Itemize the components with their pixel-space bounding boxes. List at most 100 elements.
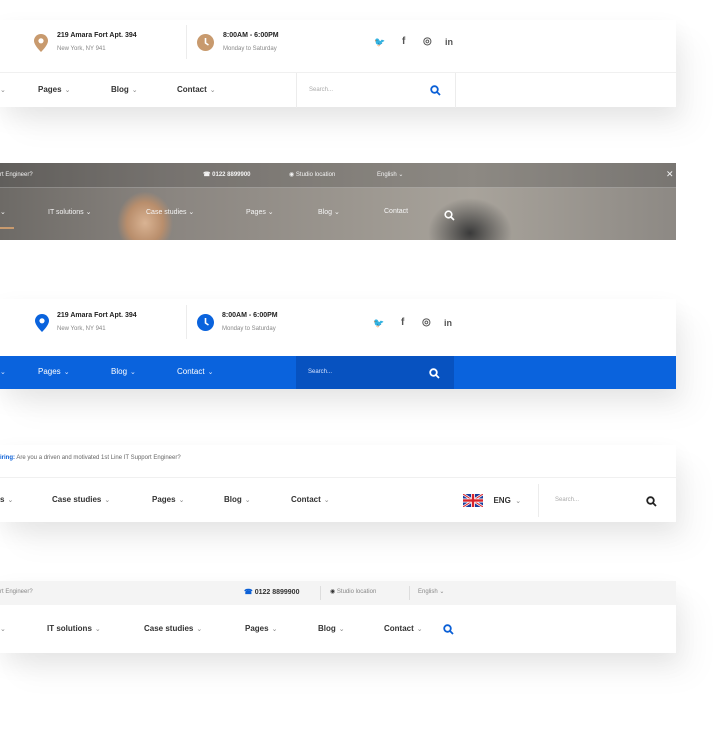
nav-label: Blog xyxy=(318,209,333,216)
divider xyxy=(186,305,187,339)
nav-bar: ⌄ IT solutions ⌄ Case studies ⌄ Pages ⌄ Blo… xyxy=(0,605,676,653)
chevron-down-icon: ⌄ xyxy=(64,87,71,94)
phone-number: 0122 8899900 xyxy=(212,172,251,178)
instagram-icon[interactable]: ◎ xyxy=(422,317,431,328)
chevron-down-icon: ⌄ xyxy=(94,626,101,633)
nav-item-pages[interactable]: Pages ⌄ xyxy=(246,208,274,216)
nav-label: Blog xyxy=(111,367,128,376)
hours-line2: Monday to Saturday xyxy=(223,46,277,52)
nav-item-contact[interactable]: Contact ⌄ xyxy=(291,495,330,504)
search-input[interactable]: Search... xyxy=(555,497,579,503)
location-label: Studio location xyxy=(295,172,336,178)
language-label: English xyxy=(377,172,397,178)
language-select[interactable]: English ⌄ xyxy=(418,588,444,595)
chevron-down-icon[interactable]: ⌄ xyxy=(0,85,6,94)
search-icon[interactable] xyxy=(429,366,440,384)
hiring-text[interactable]: Are you a driven and motivated 1st Line … xyxy=(16,455,180,461)
nav-item-pages[interactable]: Pages ⌄ xyxy=(38,367,70,376)
chevron-down-icon: ⌄ xyxy=(63,369,70,376)
header-variant-4: iring: Are you a driven and motivated 1s… xyxy=(0,445,676,522)
search-icon[interactable] xyxy=(430,83,441,101)
nav-label: Pages xyxy=(38,85,62,94)
chevron-down-icon: ⌄ xyxy=(178,497,185,504)
nav-item-blog[interactable]: Blog ⌄ xyxy=(111,367,136,376)
instagram-icon[interactable]: ◎ xyxy=(423,36,432,47)
divider xyxy=(538,484,539,517)
nav-item-pages[interactable]: Pages ⌄ xyxy=(245,624,277,633)
nav-label: Pages xyxy=(246,209,266,216)
nav-label: Contact xyxy=(177,367,205,376)
twitter-icon[interactable]: 🐦 xyxy=(374,37,385,48)
header-variant-2-hero: rt Engineer? ☎ 0122 8899900 ◉ Studio loc… xyxy=(0,163,676,240)
location-pin-icon: ◉ xyxy=(330,589,336,595)
nav-item-contact[interactable]: Contact ⌄ xyxy=(177,367,213,376)
location-label: Studio location xyxy=(336,589,377,595)
address-line1: 219 Amara Fort Apt. 394 xyxy=(57,312,137,319)
header-variant-3: 219 Amara Fort Apt. 394 New York, NY 941… xyxy=(0,299,676,389)
chevron-down-icon: ⌄ xyxy=(209,87,216,94)
chevron-down-icon[interactable]: ⌄ xyxy=(0,624,6,633)
language-select[interactable]: English ⌄ xyxy=(377,171,403,178)
facebook-icon[interactable]: f xyxy=(402,36,405,47)
chevron-down-icon: ⌄ xyxy=(338,626,345,633)
nav-item-blog[interactable]: Blog ⌄ xyxy=(111,85,138,94)
phone-number: 0122 8899900 xyxy=(254,589,300,596)
nav-label: s xyxy=(0,495,5,504)
nav-item-it-solutions[interactable]: IT solutions ⌄ xyxy=(48,208,91,216)
nav-item-contact[interactable]: Contact ⌄ xyxy=(384,624,423,633)
nav-label: Pages xyxy=(38,367,61,376)
nav-item-it-solutions[interactable]: IT solutions ⌄ xyxy=(47,624,101,633)
chevron-down-icon: ⌄ xyxy=(130,369,136,376)
chevron-down-icon: ⌄ xyxy=(323,497,330,504)
nav-item-contact[interactable]: Contact xyxy=(384,208,408,215)
nav-item-case-studies[interactable]: Case studies ⌄ xyxy=(146,208,194,216)
phone[interactable]: ☎ 0122 8899900 xyxy=(203,171,251,178)
clock-icon xyxy=(197,34,214,56)
nav-label: Contact xyxy=(291,495,321,504)
language-select[interactable]: ENG ⌄ xyxy=(462,492,522,510)
location-link[interactable]: ◉ Studio location xyxy=(289,171,335,178)
language-label: English xyxy=(418,589,438,595)
hours-line1: 8:00AM - 6:00PM xyxy=(222,312,278,319)
chevron-down-icon: ⌄ xyxy=(515,497,522,505)
nav-item-pages[interactable]: Pages ⌄ xyxy=(152,495,184,504)
divider xyxy=(296,73,297,108)
nav-item-case-studies[interactable]: Case studies ⌄ xyxy=(144,624,202,633)
close-icon[interactable]: ✕ xyxy=(666,169,674,180)
nav-item-case-studies[interactable]: Case studies ⌄ xyxy=(52,495,110,504)
facebook-icon[interactable]: f xyxy=(401,317,404,328)
divider xyxy=(455,73,456,108)
chevron-down-icon[interactable]: ⌄ xyxy=(0,367,6,376)
nav-label: Contact xyxy=(384,208,409,215)
twitter-icon[interactable]: 🐦 xyxy=(373,318,384,329)
search-icon[interactable] xyxy=(646,494,657,512)
search-box[interactable]: Search... xyxy=(296,356,454,389)
nav-item-solutions[interactable]: s ⌄ xyxy=(0,495,13,504)
chevron-down-icon[interactable]: ⌄ xyxy=(0,208,6,216)
nav-label: Blog xyxy=(224,495,242,504)
chevron-down-icon: ⌄ xyxy=(104,497,111,504)
uk-flag-icon xyxy=(462,493,484,509)
nav-item-blog[interactable]: Blog ⌄ xyxy=(224,495,251,504)
nav-item-pages[interactable]: Pages ⌄ xyxy=(38,85,70,94)
nav-item-contact[interactable]: Contact ⌄ xyxy=(177,85,216,94)
divider xyxy=(320,586,321,600)
location-link[interactable]: ◉ Studio location xyxy=(330,588,376,595)
search-icon[interactable] xyxy=(444,208,455,226)
search-input[interactable]: Search... xyxy=(309,87,333,93)
address-line1: 219 Amara Fort Apt. 394 xyxy=(57,32,137,39)
phone[interactable]: ☎ 0122 8899900 xyxy=(244,588,299,596)
hours-line1: 8:00AM - 6:00PM xyxy=(223,32,279,39)
search-icon[interactable] xyxy=(443,622,454,640)
topbar-text: rt Engineer? xyxy=(0,172,33,178)
nav-label: Case studies xyxy=(144,624,194,633)
nav-item-blog[interactable]: Blog ⌄ xyxy=(318,208,340,216)
linkedin-icon[interactable]: in xyxy=(445,37,453,47)
chevron-down-icon: ⌄ xyxy=(207,369,214,376)
nav-item-blog[interactable]: Blog ⌄ xyxy=(318,624,345,633)
search-input[interactable]: Search... xyxy=(308,369,332,375)
nav-label: Blog xyxy=(111,85,129,94)
nav-label: Blog xyxy=(318,624,336,633)
linkedin-icon[interactable]: in xyxy=(444,318,452,328)
nav-label: IT solutions xyxy=(47,624,92,633)
